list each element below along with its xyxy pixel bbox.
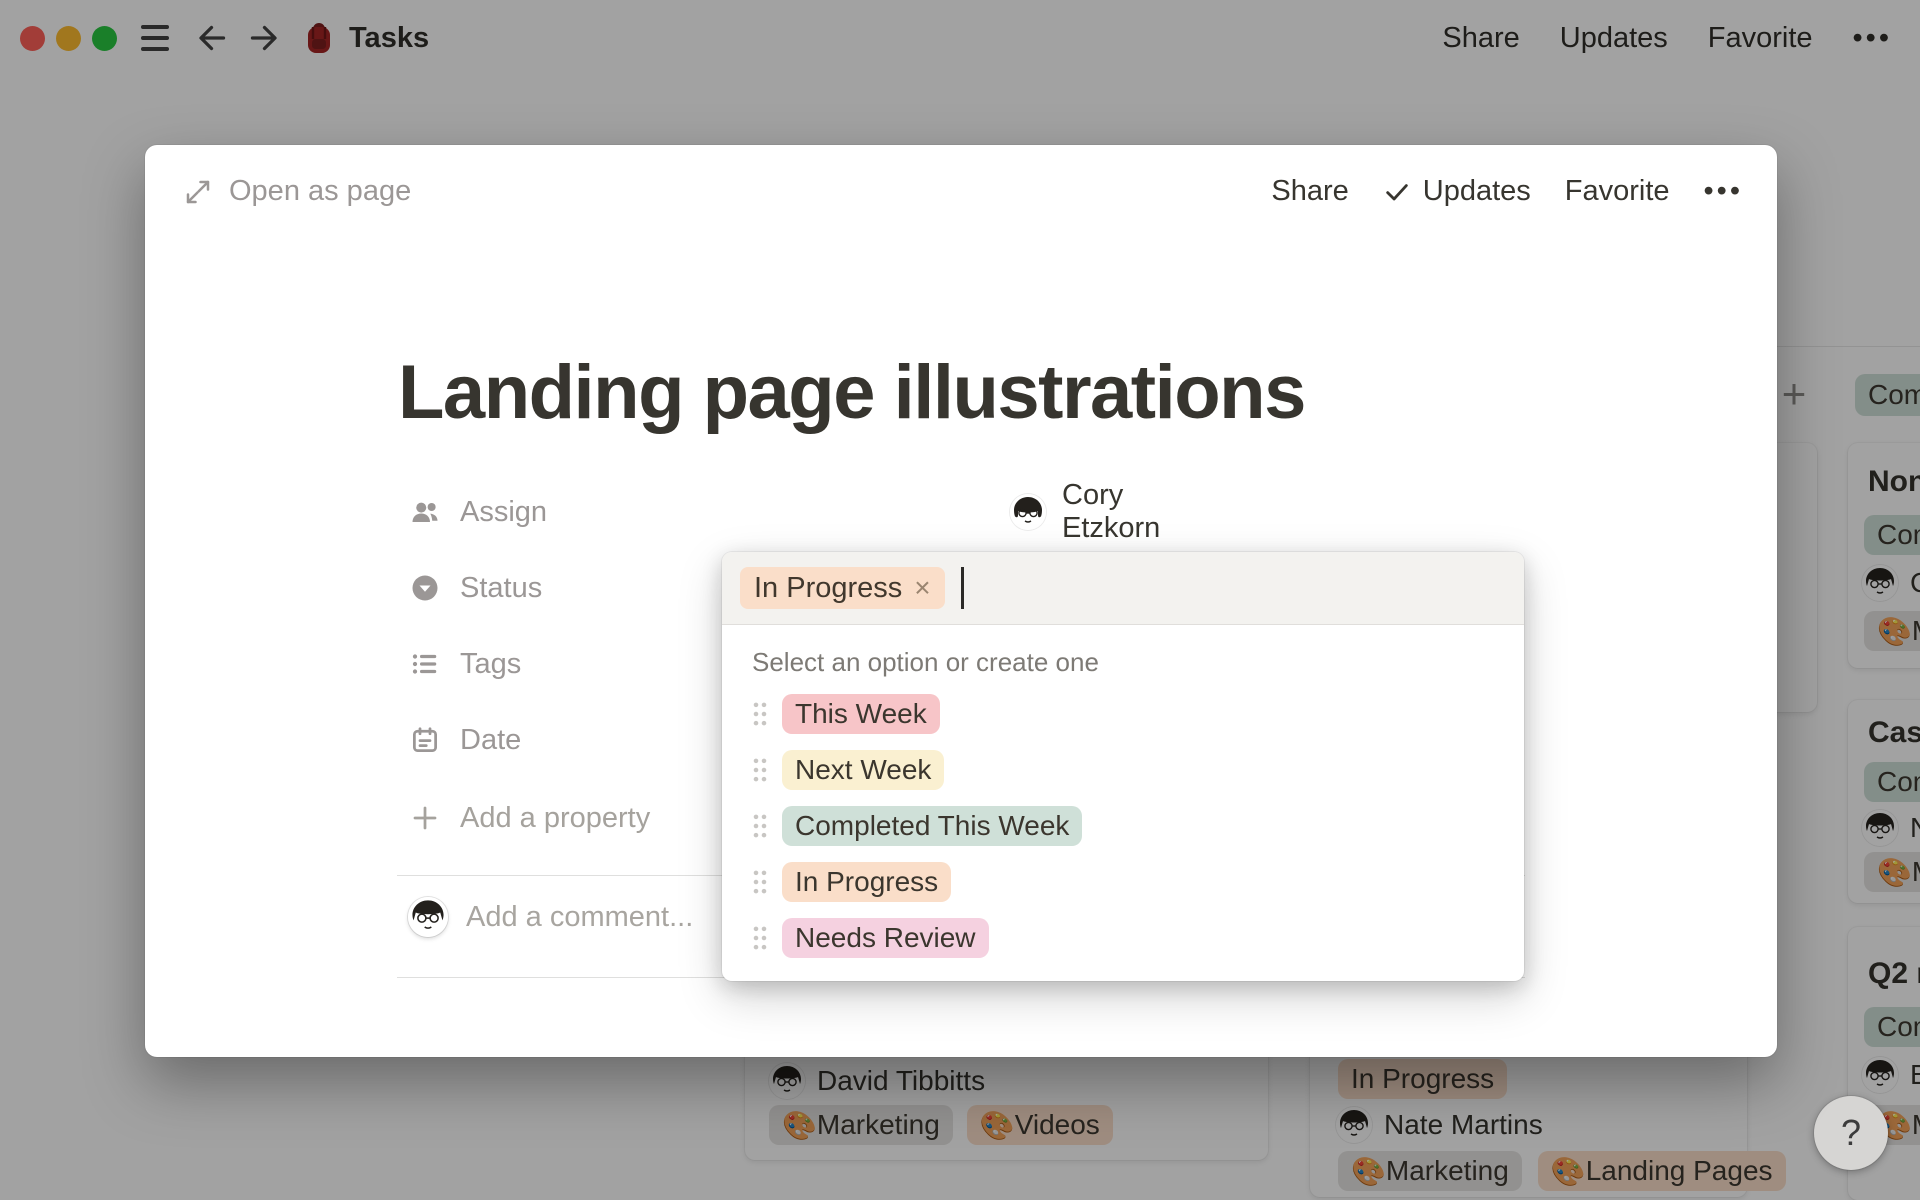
avatar <box>1010 494 1046 530</box>
property-name: Status <box>460 571 543 604</box>
selected-status-chip[interactable]: In Progress × <box>740 567 945 609</box>
drag-handle-icon[interactable] <box>752 701 768 727</box>
modal-updates-label: Updates <box>1422 175 1531 207</box>
property-label-tags[interactable]: Tags <box>410 648 710 681</box>
property-value-assign[interactable]: Cory Etzkorn <box>1010 479 1160 545</box>
property-row-assign[interactable]: Assign Cory Etzkorn <box>410 474 1160 550</box>
plus-icon <box>413 806 437 830</box>
drag-handle-icon[interactable] <box>752 925 768 951</box>
selected-status-label: In Progress <box>754 571 903 604</box>
help-button[interactable]: ? <box>1814 1096 1888 1170</box>
status-option-chip: In Progress <box>782 862 952 902</box>
status-option-chip: This Week <box>782 694 940 734</box>
avatar <box>408 897 448 937</box>
check-icon <box>1386 183 1408 200</box>
list-icon <box>412 654 437 674</box>
status-option-chip: Next Week <box>782 750 945 790</box>
page-title[interactable]: Landing page illustrations <box>398 349 1306 436</box>
expand-icon <box>186 180 210 203</box>
remove-status-icon[interactable]: × <box>914 572 930 604</box>
text-cursor <box>960 567 964 609</box>
add-comment-placeholder: Add a comment... <box>466 900 694 933</box>
property-name: Date <box>460 723 522 756</box>
add-property-label: Add a property <box>460 801 651 834</box>
modal-favorite-button[interactable]: Favorite <box>1565 175 1670 208</box>
status-dropdown: In Progress × Select an option or create… <box>722 552 1524 981</box>
property-row-tags[interactable]: Tags <box>410 626 710 702</box>
notion-window: Tasks Share Updates Favorite ••• + Com N… <box>0 0 1920 1200</box>
property-row-status[interactable]: Status <box>410 550 710 626</box>
modal-updates-button[interactable]: Updates <box>1383 175 1531 208</box>
status-option-next-week[interactable]: Next Week <box>722 742 1524 798</box>
status-dropdown-input[interactable]: In Progress × <box>722 552 1524 625</box>
status-option-chip: Completed This Week <box>782 806 1083 846</box>
modal-more-icon[interactable]: ••• <box>1704 175 1743 208</box>
drag-handle-icon[interactable] <box>752 869 768 895</box>
calendar-icon <box>413 727 437 752</box>
assignee-name: Cory Etzkorn <box>1062 479 1161 544</box>
people-icon <box>412 502 438 522</box>
open-as-page-label: Open as page <box>229 175 412 207</box>
property-name: Tags <box>460 647 522 680</box>
open-as-page-button[interactable]: Open as page <box>183 175 411 208</box>
add-property-button[interactable]: Add a property <box>410 780 710 856</box>
dropdown-hint: Select an option or create one <box>752 647 1099 677</box>
property-label-assign[interactable]: Assign <box>410 496 710 529</box>
property-label-status[interactable]: Status <box>410 572 710 605</box>
add-comment-input[interactable]: Add a comment... <box>408 897 693 937</box>
status-option-in-progress[interactable]: In Progress <box>722 854 1524 910</box>
drag-handle-icon[interactable] <box>752 757 768 783</box>
property-name: Assign <box>460 495 548 528</box>
modal-share-button[interactable]: Share <box>1271 175 1348 208</box>
property-row-date[interactable]: Date <box>410 702 710 778</box>
drag-handle-icon[interactable] <box>752 813 768 839</box>
status-option-this-week[interactable]: This Week <box>722 686 1524 742</box>
modal-actions: Share Updates Favorite ••• <box>1271 175 1743 208</box>
status-option-chip: Needs Review <box>782 918 989 958</box>
status-option-completed-this-week[interactable]: Completed This Week <box>722 798 1524 854</box>
status-icon <box>412 575 438 601</box>
property-label-date[interactable]: Date <box>410 724 710 757</box>
status-option-needs-review[interactable]: Needs Review <box>722 910 1524 966</box>
